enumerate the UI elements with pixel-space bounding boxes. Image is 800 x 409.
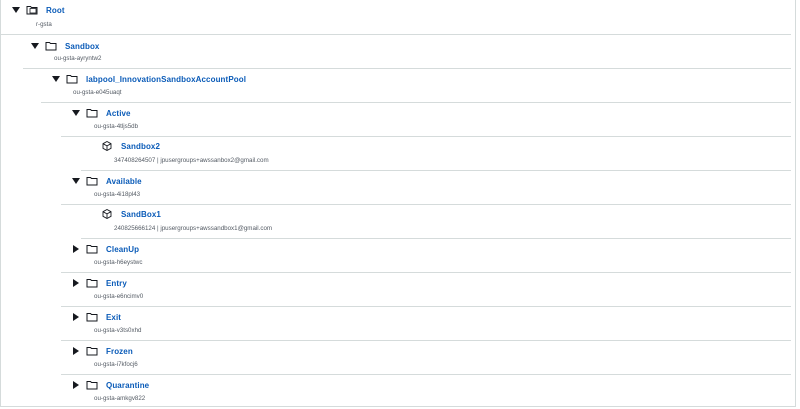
tree-node-cleanup-id: ou-gsta-h6eystwc bbox=[94, 259, 143, 266]
tree-node-sandbox1-name[interactable]: SandBox1 bbox=[121, 210, 161, 219]
tree-node-account-sandbox2: Sandbox2 347408264507 | jpusergroups+aws… bbox=[81, 137, 791, 171]
tree-node-root-id: r-gsta bbox=[36, 21, 52, 28]
tree-node-frozen: Frozen ou-gsta-i7kfocj6 bbox=[61, 341, 791, 375]
tree-node-entry-id: ou-gsta-e6ncimv0 bbox=[94, 293, 144, 300]
tree-node-labpool: labpool_InnovationSandboxAccountPool ou-… bbox=[41, 69, 791, 103]
tree-node-exit: Exit ou-gsta-v3ts0xhd bbox=[61, 307, 791, 341]
folder-icon bbox=[45, 40, 57, 52]
organization-tree: Root r-gsta Sandbox ou-gsta-ayryntw2 lab… bbox=[0, 0, 796, 407]
tree-node-quarantine: Quarantine ou-gsta-amkgv822 bbox=[61, 375, 791, 407]
tree-node-sandbox2-detail: 347408264507 | jpusergroups+awssanbox2@g… bbox=[114, 157, 269, 164]
folder-icon bbox=[26, 4, 38, 16]
tree-node-quarantine-id: ou-gsta-amkgv822 bbox=[94, 395, 146, 402]
tree-node-cleanup: CleanUp ou-gsta-h6eystwc bbox=[61, 239, 791, 273]
tree-node-frozen-name[interactable]: Frozen bbox=[106, 347, 133, 356]
tree-node-available-id: ou-gsta-4i18pl43 bbox=[94, 191, 141, 198]
tree-node-cleanup-name[interactable]: CleanUp bbox=[106, 245, 139, 254]
collapse-caret-icon[interactable] bbox=[73, 313, 79, 321]
tree-node-active-name[interactable]: Active bbox=[106, 109, 131, 118]
tree-node-labpool-id: ou-gsta-e045uaqt bbox=[73, 89, 122, 96]
tree-node-sandbox-id: ou-gsta-ayryntw2 bbox=[54, 55, 102, 62]
collapse-caret-icon[interactable] bbox=[73, 245, 79, 253]
folder-icon bbox=[86, 311, 98, 323]
expand-caret-icon[interactable] bbox=[52, 76, 60, 82]
tree-node-sandbox2-name[interactable]: Sandbox2 bbox=[121, 142, 160, 151]
tree-node-active-id: ou-gsta-4tljs5db bbox=[94, 123, 139, 130]
tree-node-available-name[interactable]: Available bbox=[106, 177, 142, 186]
expand-caret-icon[interactable] bbox=[12, 7, 20, 13]
folder-icon bbox=[86, 277, 98, 289]
folder-icon bbox=[86, 345, 98, 357]
tree-node-exit-name[interactable]: Exit bbox=[106, 313, 121, 322]
tree-node-entry-name[interactable]: Entry bbox=[106, 279, 127, 288]
account-cube-icon bbox=[101, 140, 113, 152]
tree-node-entry: Entry ou-gsta-e6ncimv0 bbox=[61, 273, 791, 307]
tree-node-account-sandbox1: SandBox1 240825666124 | jpusergroups+aws… bbox=[81, 205, 791, 239]
tree-node-sandbox1-detail: 240825666124 | jpusergroups+awssandbox1@… bbox=[114, 225, 273, 232]
tree-node-sandbox-name[interactable]: Sandbox bbox=[65, 42, 99, 51]
tree-node-exit-id: ou-gsta-v3ts0xhd bbox=[94, 327, 142, 334]
folder-icon bbox=[86, 243, 98, 255]
expand-caret-icon[interactable] bbox=[72, 178, 80, 184]
collapse-caret-icon[interactable] bbox=[73, 381, 79, 389]
tree-node-root-name[interactable]: Root bbox=[46, 6, 65, 15]
collapse-caret-icon[interactable] bbox=[73, 279, 79, 287]
folder-icon bbox=[86, 107, 98, 119]
account-cube-icon bbox=[101, 208, 113, 220]
folder-icon bbox=[66, 73, 78, 85]
tree-node-active: Active ou-gsta-4tljs5db bbox=[61, 103, 791, 137]
tree-node-quarantine-name[interactable]: Quarantine bbox=[106, 381, 149, 390]
expand-caret-icon[interactable] bbox=[31, 43, 39, 49]
tree-node-frozen-id: ou-gsta-i7kfocj6 bbox=[94, 361, 138, 368]
collapse-caret-icon[interactable] bbox=[73, 347, 79, 355]
folder-icon bbox=[86, 175, 98, 187]
tree-node-root: Root r-gsta bbox=[1, 0, 791, 35]
tree-node-available: Available ou-gsta-4i18pl43 bbox=[61, 171, 791, 205]
tree-node-labpool-name[interactable]: labpool_InnovationSandboxAccountPool bbox=[86, 75, 246, 84]
expand-caret-icon[interactable] bbox=[72, 110, 80, 116]
folder-icon bbox=[86, 379, 98, 391]
tree-node-sandbox: Sandbox ou-gsta-ayryntw2 bbox=[23, 35, 791, 69]
